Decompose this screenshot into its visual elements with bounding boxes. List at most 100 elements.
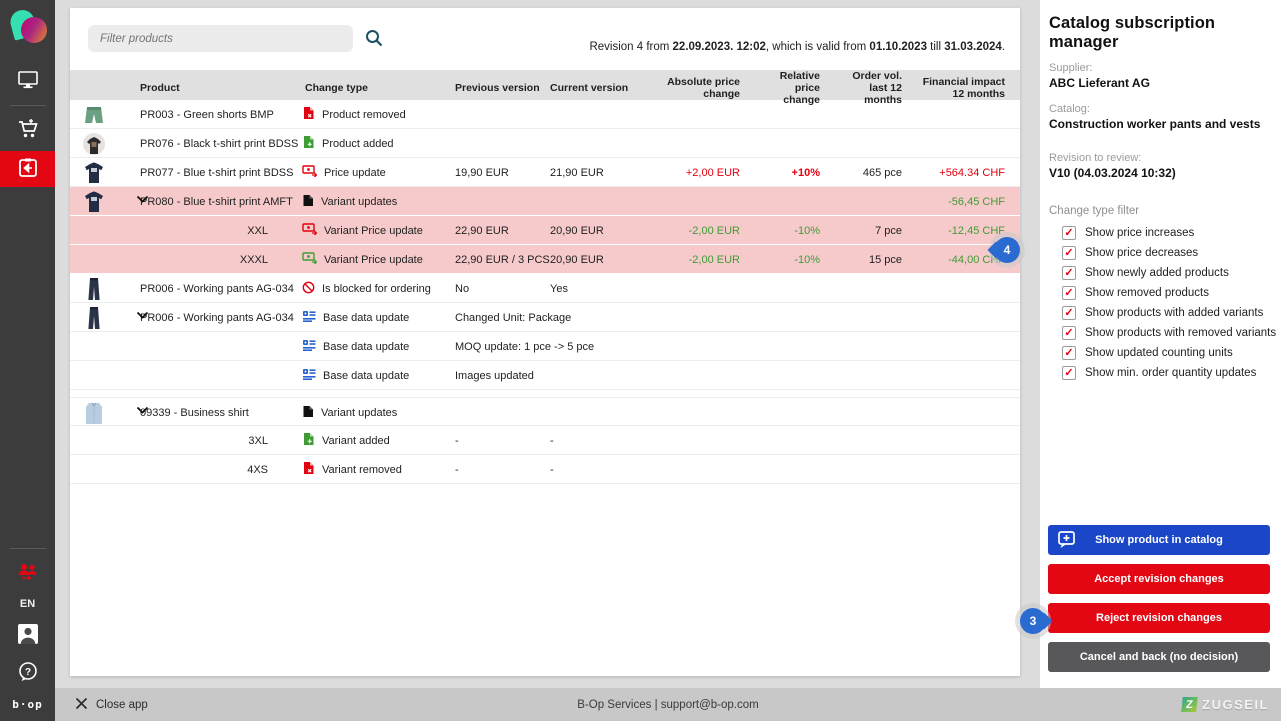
doc-removed-icon [302, 106, 315, 123]
revision-to-review-value: V10 (04.03.2024 10:32) [1040, 166, 1281, 183]
checkbox-checked-icon[interactable]: ✓ [1062, 226, 1076, 240]
change-type-label: Is blocked for ordering [322, 283, 431, 295]
filter-checkbox-label: Show price decreases [1085, 247, 1198, 259]
product-name: PR006 - Working pants AG-034 [135, 312, 300, 324]
checkbox-checked-icon[interactable]: ✓ [1062, 326, 1076, 340]
table-row[interactable]: PR006 - Working pants AG-034Is blocked f… [70, 274, 1020, 303]
product-thumbnail [70, 158, 135, 187]
product-name: 09339 - Business shirt [135, 407, 300, 419]
change-type-cell: Price update [300, 165, 450, 180]
cart-plus-icon [16, 117, 40, 144]
support-info-text: B-Op Services | support@b-op.com [55, 699, 1281, 711]
table-row[interactable]: 3XLVariant added-- [70, 426, 1020, 455]
doc-added-icon [302, 432, 315, 449]
change-type-filter-item[interactable]: ✓Show updated counting units [1040, 343, 1281, 363]
product-name: PR003 - Green shorts BMP [135, 109, 300, 121]
cancel-and-back-button[interactable]: Cancel and back (no decision) [1048, 642, 1270, 672]
product-thumbnail [70, 274, 135, 303]
filter-products-input[interactable] [88, 25, 353, 52]
avatar-icon [16, 622, 40, 649]
change-type-label: Base data update [323, 312, 409, 324]
table-row[interactable]: XXLVariant Price update22,90 EUR20,90 EU… [70, 216, 1020, 245]
help-icon: ? [17, 661, 39, 686]
base-data-icon [302, 339, 316, 354]
table-row[interactable]: PR076 - Black t-shirt print BDSSProduct … [70, 129, 1020, 158]
search-icon [364, 36, 384, 51]
checkbox-checked-icon[interactable]: ✓ [1062, 366, 1076, 380]
dark-pants-image [82, 276, 106, 302]
bop-logo: b·op [12, 698, 43, 711]
table-row[interactable]: PR077 - Blue t-shirt print BDSSPrice upd… [70, 158, 1020, 187]
change-type-filter-item[interactable]: ✓Show newly added products [1040, 263, 1281, 283]
checkbox-checked-icon[interactable]: ✓ [1062, 346, 1076, 360]
checkbox-checked-icon[interactable]: ✓ [1062, 286, 1076, 300]
svg-text:?: ? [24, 667, 30, 678]
change-type-cell: Is blocked for ordering [300, 281, 450, 297]
show-product-in-catalog-button[interactable]: Show product in catalog [1048, 525, 1270, 555]
price-red-icon [302, 223, 317, 238]
change-type-filter-item[interactable]: ✓Show products with added variants [1040, 303, 1281, 323]
change-type-label: Variant added [322, 435, 390, 447]
change-type-filter-item[interactable]: ✓ Show removed products [1040, 283, 1281, 303]
filter-checkbox-label: Show removed products [1085, 287, 1209, 299]
change-type-filter-item[interactable]: ✓ Show price decreases [1040, 243, 1281, 263]
change-type-cell: Variant Price update [300, 223, 450, 238]
change-type-cell: Product removed [300, 106, 450, 123]
absolute-price-change-cell: -2,00 EUR [645, 254, 752, 266]
sidebar-item-desktop[interactable] [0, 64, 55, 98]
change-type-cell: Base data update [300, 339, 450, 354]
checkbox-checked-icon[interactable]: ✓ [1062, 266, 1076, 280]
clipboard-import-icon [16, 156, 40, 183]
reject-revision-changes-button[interactable]: Reject revision changes [1048, 603, 1270, 633]
table-row[interactable]: PR006 - Working pants AG-034 Base data up… [70, 303, 1020, 332]
search-button[interactable] [363, 28, 385, 50]
change-type-cell: Variant added [300, 432, 450, 449]
sidebar-item-user-groups[interactable] [0, 556, 55, 590]
sidebar-item-help[interactable]: ? [0, 656, 55, 690]
col-header-current-version: Current version [545, 82, 645, 94]
change-type-filter-item[interactable]: ✓Show price increases [1040, 223, 1281, 243]
dark-pants-image [82, 305, 106, 331]
change-type-label: Base data update [323, 370, 409, 382]
table-row[interactable]: 4XSVariant removed-- [70, 455, 1020, 484]
change-type-label: Price update [324, 167, 386, 179]
previous-version-cell: - [450, 435, 545, 447]
chevron-down-icon[interactable] [136, 310, 149, 322]
current-version-cell: 20,90 EUR [545, 254, 645, 266]
col-header-order-vol: Order vol. last 12 months [832, 70, 914, 106]
chevron-down-icon[interactable] [136, 405, 149, 417]
accept-revision-changes-button[interactable]: Accept revision changes [1048, 564, 1270, 594]
change-type-cell: Base data update [300, 368, 450, 383]
financial-impact-cell: -12,45 CHF [914, 225, 1020, 237]
change-type-label: Variant Price update [324, 225, 423, 237]
table-row[interactable]: Base data updateMOQ update: 1 pce -> 5 p… [70, 332, 1020, 361]
black-tshirt-image [82, 131, 106, 157]
chevron-down-icon[interactable] [136, 194, 149, 206]
supplier-value: ABC Lieferant AG [1040, 76, 1281, 93]
change-type-filter-item[interactable]: ✓Show products with removed variants [1040, 323, 1281, 343]
previous-version-cell: Changed Unit: Package [450, 312, 545, 324]
table-row[interactable]: 09339 - Business shirtVariant updates [70, 397, 1020, 426]
price-green-icon [302, 252, 317, 267]
variant-black-icon [302, 194, 314, 210]
language-selector[interactable]: EN [20, 598, 35, 610]
change-type-filter-item[interactable]: ✓Show min. order quantity updates [1040, 363, 1281, 383]
sidebar-item-add-to-cart[interactable] [0, 113, 55, 147]
table-row[interactable]: Base data updateImages updated [70, 361, 1020, 390]
app-logo-icon [9, 8, 47, 48]
change-type-cell: Variant updates [300, 194, 450, 210]
checkbox-checked-icon[interactable]: ✓ [1062, 306, 1076, 320]
checkbox-checked-icon[interactable]: ✓ [1062, 246, 1076, 260]
zugseil-wordmark: ZUGSEIL [1202, 697, 1269, 712]
thumbnail-empty [70, 455, 135, 484]
sidebar-item-profile[interactable] [0, 618, 55, 652]
change-type-label: Variant removed [322, 464, 402, 476]
catalog-subscription-panel: Catalog subscription manager Supplier: A… [1040, 0, 1281, 688]
variant-name: 3XL [135, 435, 300, 447]
table-row[interactable]: XXXLVariant Price update22,90 EUR / 3 PC… [70, 245, 1020, 274]
sidebar-item-catalog-revisions[interactable] [0, 151, 55, 187]
col-header-product: Product [135, 82, 300, 94]
table-row[interactable]: PR080 - Blue t-shirt print AMFTVariant u… [70, 187, 1020, 216]
panel-buttons: Show product in catalog Accept revision … [1048, 525, 1270, 672]
order-volume-cell: 7 pce [832, 225, 914, 237]
